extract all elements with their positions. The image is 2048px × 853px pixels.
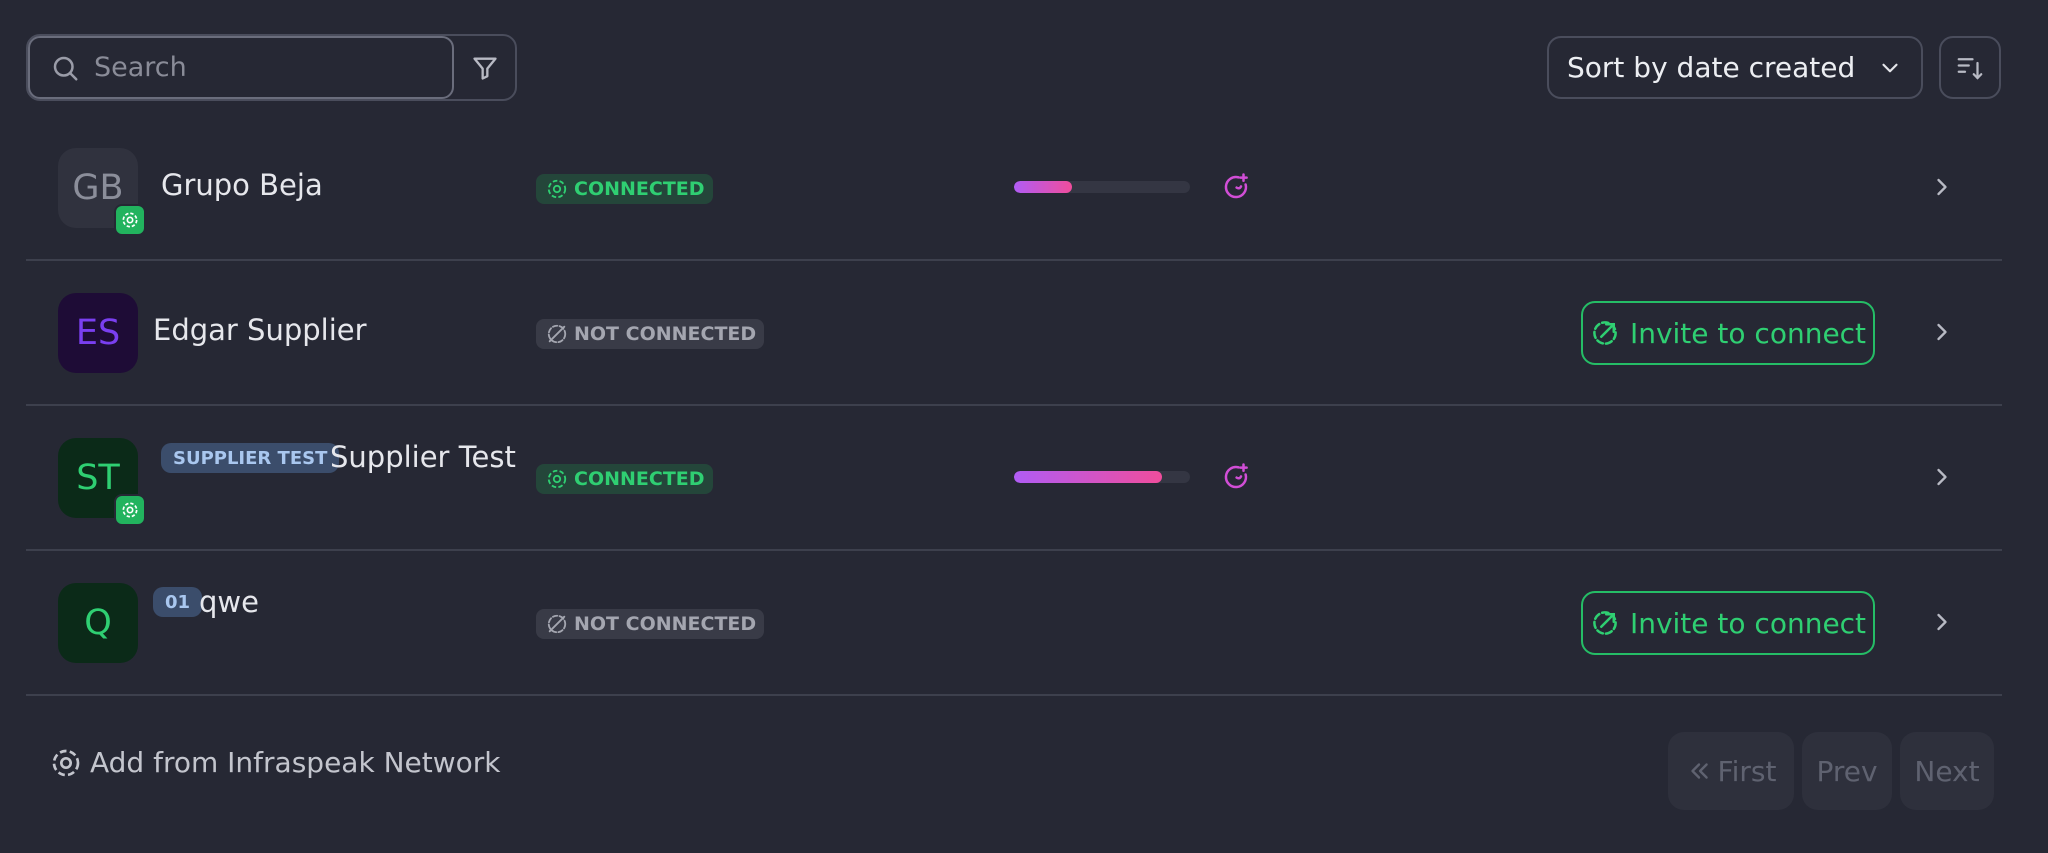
avatar: Q	[58, 583, 138, 663]
connected-icon	[547, 179, 567, 199]
first-page-label: First	[1717, 754, 1777, 788]
filter-icon	[472, 57, 497, 80]
connected-icon	[547, 469, 567, 489]
progress-fill	[1014, 471, 1162, 483]
network-icon	[122, 502, 138, 518]
supplier-tag: SUPPLIER TEST	[161, 443, 340, 473]
status-label: NOT CONNECTED	[574, 613, 757, 635]
invite-icon	[1593, 611, 1617, 635]
search-box[interactable]	[28, 36, 454, 99]
supplier-row[interactable]: GB Grupo Beja CONNECTED	[26, 116, 2002, 261]
sort-direction-button[interactable]	[1939, 36, 2001, 99]
prev-page-label: Prev	[1816, 754, 1878, 788]
search-filter-group	[26, 34, 517, 101]
invite-to-connect-button[interactable]: Invite to connect	[1581, 591, 1875, 655]
invite-label: Invite to connect	[1629, 606, 1867, 640]
filter-button[interactable]	[454, 36, 515, 99]
sort-descending-icon	[1957, 57, 1983, 80]
progress-bar	[1014, 471, 1190, 483]
status-badge: CONNECTED	[536, 464, 713, 494]
avatar-initials: GB	[72, 168, 124, 208]
progress-fill	[1014, 181, 1073, 193]
avatar-initials: ES	[75, 313, 121, 353]
supplier-tag: 01	[153, 587, 203, 617]
chevron-right-icon[interactable]	[1928, 463, 1956, 491]
network-badge	[114, 494, 146, 526]
sort-select[interactable]: Sort by date created	[1547, 36, 1923, 99]
chevron-right-icon[interactable]	[1928, 608, 1956, 636]
supplier-list-page: Sort by date created GB Grupo Beja CONNE…	[0, 0, 2048, 853]
status-badge: NOT CONNECTED	[536, 319, 765, 349]
sort-select-label: Sort by date created	[1567, 51, 1856, 84]
supplier-name: Grupo Beja	[161, 168, 323, 202]
progress-bar	[1014, 181, 1190, 193]
supplier-name: Edgar Supplier	[153, 313, 367, 347]
supplier-name: qwe	[199, 585, 259, 619]
avatar: GB	[58, 148, 146, 236]
double-chevron-left-icon	[1690, 763, 1708, 779]
search-icon	[53, 56, 78, 80]
add-from-network-label: Add from Infraspeak Network	[90, 746, 501, 779]
chevron-right-icon[interactable]	[1928, 318, 1956, 346]
prev-page-button[interactable]: Prev	[1802, 732, 1892, 810]
supplier-name: Supplier Test	[330, 440, 516, 474]
network-icon	[52, 749, 80, 776]
supplier-row[interactable]: Q 01 qwe NOT CONNECTED Invite to connect	[26, 551, 2002, 696]
chevron-right-icon[interactable]	[1928, 173, 1956, 201]
status-badge: CONNECTED	[536, 174, 713, 204]
invite-to-connect-button[interactable]: Invite to connect	[1581, 301, 1875, 365]
sparkle-progress-icon	[1224, 463, 1248, 489]
network-badge	[114, 204, 146, 236]
avatar: ES	[58, 293, 138, 373]
sparkle-progress-icon	[1224, 173, 1248, 199]
network-icon	[122, 212, 138, 228]
supplier-row[interactable]: ST SUPPLIER TEST Supplier Test CONNECTED	[26, 406, 2002, 551]
search-input[interactable]	[94, 52, 434, 83]
add-from-network-link[interactable]: Add from Infraspeak Network	[50, 746, 500, 779]
supplier-row[interactable]: ES Edgar Supplier NOT CONNECTED Invite t…	[26, 261, 2002, 406]
chevron-down-icon	[1882, 63, 1898, 72]
first-page-button[interactable]: First	[1668, 732, 1794, 810]
avatar-initials: ST	[76, 458, 120, 498]
avatar-initials: Q	[84, 603, 112, 643]
avatar: ST	[58, 438, 146, 526]
status-label: NOT CONNECTED	[574, 323, 757, 345]
status-label: CONNECTED	[574, 468, 705, 490]
disconnected-icon	[547, 614, 567, 634]
disconnected-icon	[547, 324, 567, 344]
next-page-button[interactable]: Next	[1900, 732, 1994, 810]
status-label: CONNECTED	[574, 178, 705, 200]
invite-icon	[1593, 321, 1617, 345]
invite-label: Invite to connect	[1629, 316, 1867, 350]
status-badge: NOT CONNECTED	[536, 609, 765, 639]
next-page-label: Next	[1914, 754, 1980, 788]
